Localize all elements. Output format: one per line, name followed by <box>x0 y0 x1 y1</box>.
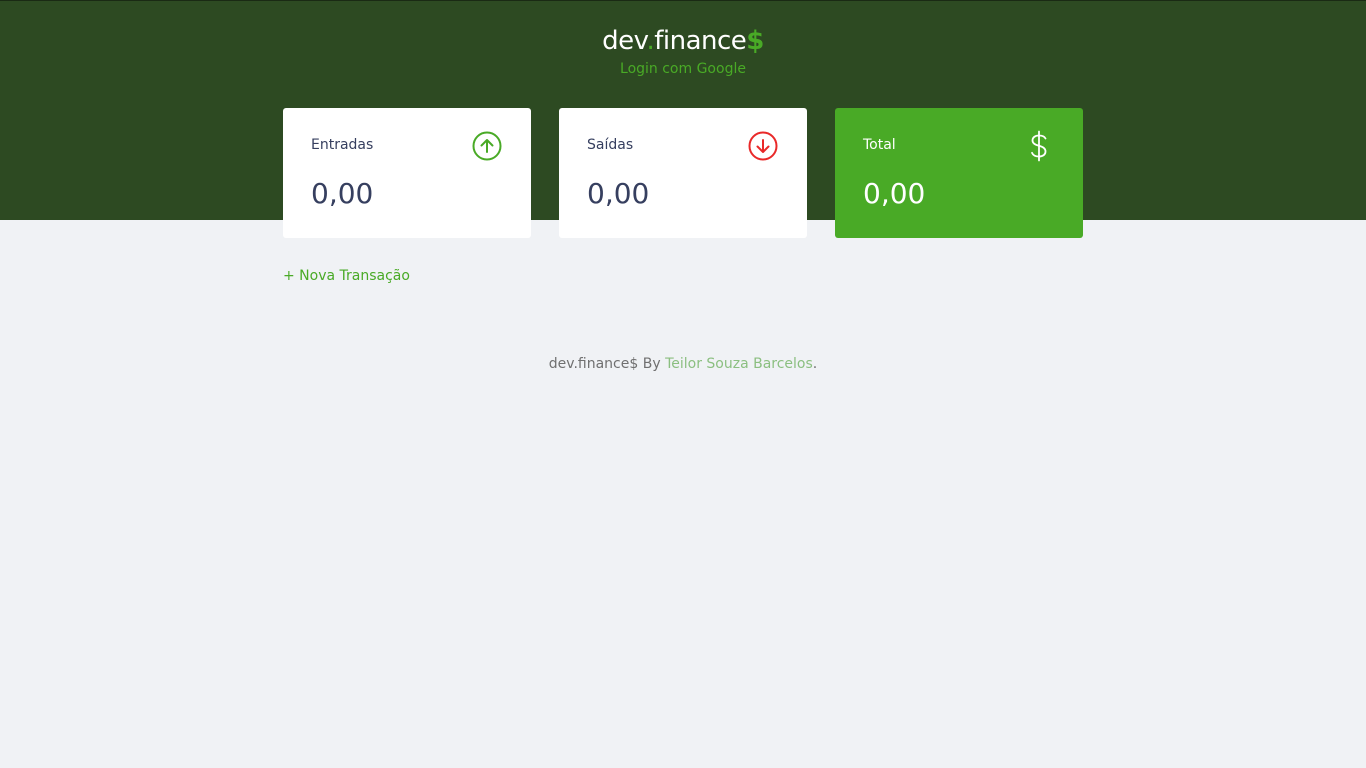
income-title: Entradas <box>311 137 374 153</box>
dollar-sign-icon <box>1031 130 1047 162</box>
footer-prefix: dev.finance$ By <box>548 356 666 372</box>
logo-part-finance: finance <box>654 26 747 56</box>
footer-suffix: . <box>812 356 818 372</box>
logo-dollar: $ <box>746 26 764 56</box>
total-value: 0,00 <box>863 177 926 210</box>
new-transaction-button[interactable]: + Nova Transação <box>283 266 410 286</box>
expense-value: 0,00 <box>587 177 650 210</box>
logo-part-dev: dev <box>602 26 647 56</box>
expense-title: Saídas <box>587 137 634 153</box>
arrow-down-circle-icon <box>748 131 778 161</box>
app-logo: dev.finance$ <box>0 25 1366 57</box>
income-card: Entradas 0,00 <box>283 108 531 238</box>
total-title: Total <box>863 137 896 153</box>
login-google-link[interactable]: Login com Google <box>0 60 1366 78</box>
income-value: 0,00 <box>311 177 374 210</box>
page-footer: dev.finance$ By Teilor Souza Barcelos. <box>0 354 1366 374</box>
expense-card: Saídas 0,00 <box>559 108 807 238</box>
footer-author-link[interactable]: Teilor Souza Barcelos <box>665 356 813 372</box>
arrow-up-circle-icon <box>472 131 502 161</box>
total-card: Total 0,00 <box>835 108 1083 238</box>
